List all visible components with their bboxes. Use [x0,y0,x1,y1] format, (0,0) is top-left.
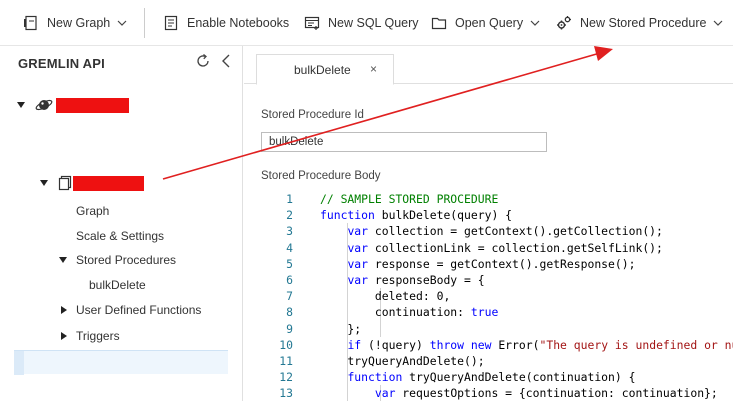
code-editor[interactable]: 1 // SAMPLE STORED PROCEDURE 2 function bul… [261,190,733,401]
sidebar-item-label: Graph [76,204,110,218]
code-text: var collectionLink = collection.getSelfL… [347,240,663,255]
sidebar-item-label: User Defined Functions [76,303,202,317]
line-number: 10 [279,337,293,352]
tab-close-button[interactable]: × [370,62,377,76]
tab-bulk-delete[interactable]: bulkDelete × [256,54,394,85]
code-line[interactable]: 13 var requestOptions = {continuation: c… [261,385,733,401]
stored-procedure-body-label: Stored Procedure Body [261,170,381,182]
code-line[interactable]: 10 if (!query) throw new Error("The quer… [261,337,733,353]
code-text: var collection = getContext().getCollect… [347,224,663,239]
code-text: tryQueryAndDelete(); [320,354,485,368]
chevron-down-icon [117,20,127,26]
enable-notebooks-button[interactable]: Enable Notebooks [163,0,289,46]
line-number: 11 [279,354,293,368]
command-bar: New Graph Enable Notebooks New SQL Query… [0,0,733,46]
redacted-collection-name [73,175,144,191]
line-number: 13 [279,386,293,401]
expand-arrow-icon [61,306,67,314]
selection-accent [14,351,24,375]
expand-arrow-icon [40,180,48,186]
chevron-down-icon [530,20,540,26]
code-text: }; [320,321,362,336]
stored-procedure-icon [557,16,571,30]
code-text: var responseBody = { [347,273,485,287]
line-number: 7 [286,289,293,304]
line-number: 9 [286,321,293,336]
code-text: function tryQueryAndDelete(continuation)… [347,370,636,385]
chevron-down-icon [714,20,723,26]
api-title: GREMLIN API [18,56,105,71]
code-text: var requestOptions = {continuation: cont… [374,386,718,401]
open-query-label: Open Query [455,16,524,30]
expand-arrow-icon [17,102,25,108]
code-text: // SAMPLE STORED PROCEDURE [320,192,499,206]
code-line[interactable]: 6 var responseBody = { [261,272,733,288]
code-line[interactable]: 3 var collection = getContext().getColle… [261,223,733,239]
open-query-icon [431,17,447,30]
sidebar-item-label: bulkDelete [89,278,146,292]
sidebar-item-graph[interactable]: Graph [76,202,109,220]
sidebar-item-label: Stored Procedures [76,253,177,267]
code-line[interactable]: 2 function bulkDelete(query) { [261,207,733,223]
open-query-button[interactable]: Open Query [431,0,541,46]
tab-label: bulkDelete [294,63,351,77]
code-line[interactable]: 11 tryQueryAndDelete(); [261,353,733,369]
tree-selection-highlight [14,350,228,375]
expand-arrow-icon [59,257,67,263]
refresh-icon[interactable] [195,53,211,69]
new-graph-label: New Graph [47,16,111,30]
collection-node[interactable] [40,174,144,192]
new-graph-icon [24,15,37,31]
line-number: 6 [286,273,293,287]
code-text: continuation: true [320,305,499,320]
code-line[interactable]: 8 continuation: true [261,304,733,320]
line-number: 3 [286,224,293,239]
sidebar-item-label: Scale & Settings [76,229,165,243]
new-stored-procedure-button[interactable]: New Stored Procedure [556,0,724,46]
sidebar-item-scale-settings[interactable]: Scale & Settings [76,227,164,245]
new-sql-query-label: New SQL Query [328,16,419,30]
code-text: var response = getContext().getResponse(… [347,256,636,271]
new-stored-procedure-label: New Stored Procedure [580,16,707,30]
sql-query-icon [304,16,320,30]
new-sql-query-button[interactable]: New SQL Query [304,0,419,46]
notebook-icon [164,15,178,31]
code-line[interactable]: 1 // SAMPLE STORED PROCEDURE [261,191,733,207]
stored-procedure-id-label: Stored Procedure Id [261,109,364,121]
line-number: 4 [286,240,293,255]
planet-icon [35,99,53,111]
line-number: 8 [286,305,293,320]
sidebar-item-stored-procedures[interactable]: Stored Procedures [59,251,176,269]
code-line[interactable]: 7 deleted: 0, [261,288,733,304]
new-graph-button[interactable]: New Graph [23,0,128,46]
enable-notebooks-label: Enable Notebooks [187,16,290,30]
code-line[interactable]: 5 var response = getContext().getRespons… [261,256,733,272]
code-line[interactable]: 9 }; [261,321,733,337]
tab-strip: bulkDelete × [244,46,733,85]
toolbar-divider [144,8,145,38]
code-line[interactable]: 4 var collectionLink = collection.getSel… [261,240,733,256]
sidebar-item-label: Triggers [76,329,120,343]
line-number: 2 [286,208,293,223]
line-number: 12 [279,370,293,385]
code-line[interactable]: 12 function tryQueryAndDelete(continuati… [261,369,733,385]
sidebar-item-bulk-delete[interactable]: bulkDelete [89,276,146,294]
database-node[interactable] [17,96,129,114]
line-number: 5 [286,256,293,271]
redacted-database-name [56,97,129,113]
sidebar-item-triggers[interactable]: Triggers [61,327,120,345]
expand-arrow-icon [61,332,67,340]
stored-procedure-id-input[interactable] [261,132,547,152]
collapse-icon[interactable] [219,53,233,69]
code-text: deleted: 0, [320,289,451,304]
code-text: function bulkDelete(query) { [320,208,513,223]
line-number: 1 [286,192,293,206]
sidebar-item-user-defined-functions[interactable]: User Defined Functions [61,301,201,319]
code-text: if (!query) throw new Error("The query i… [347,337,733,352]
collection-icon [58,175,72,191]
